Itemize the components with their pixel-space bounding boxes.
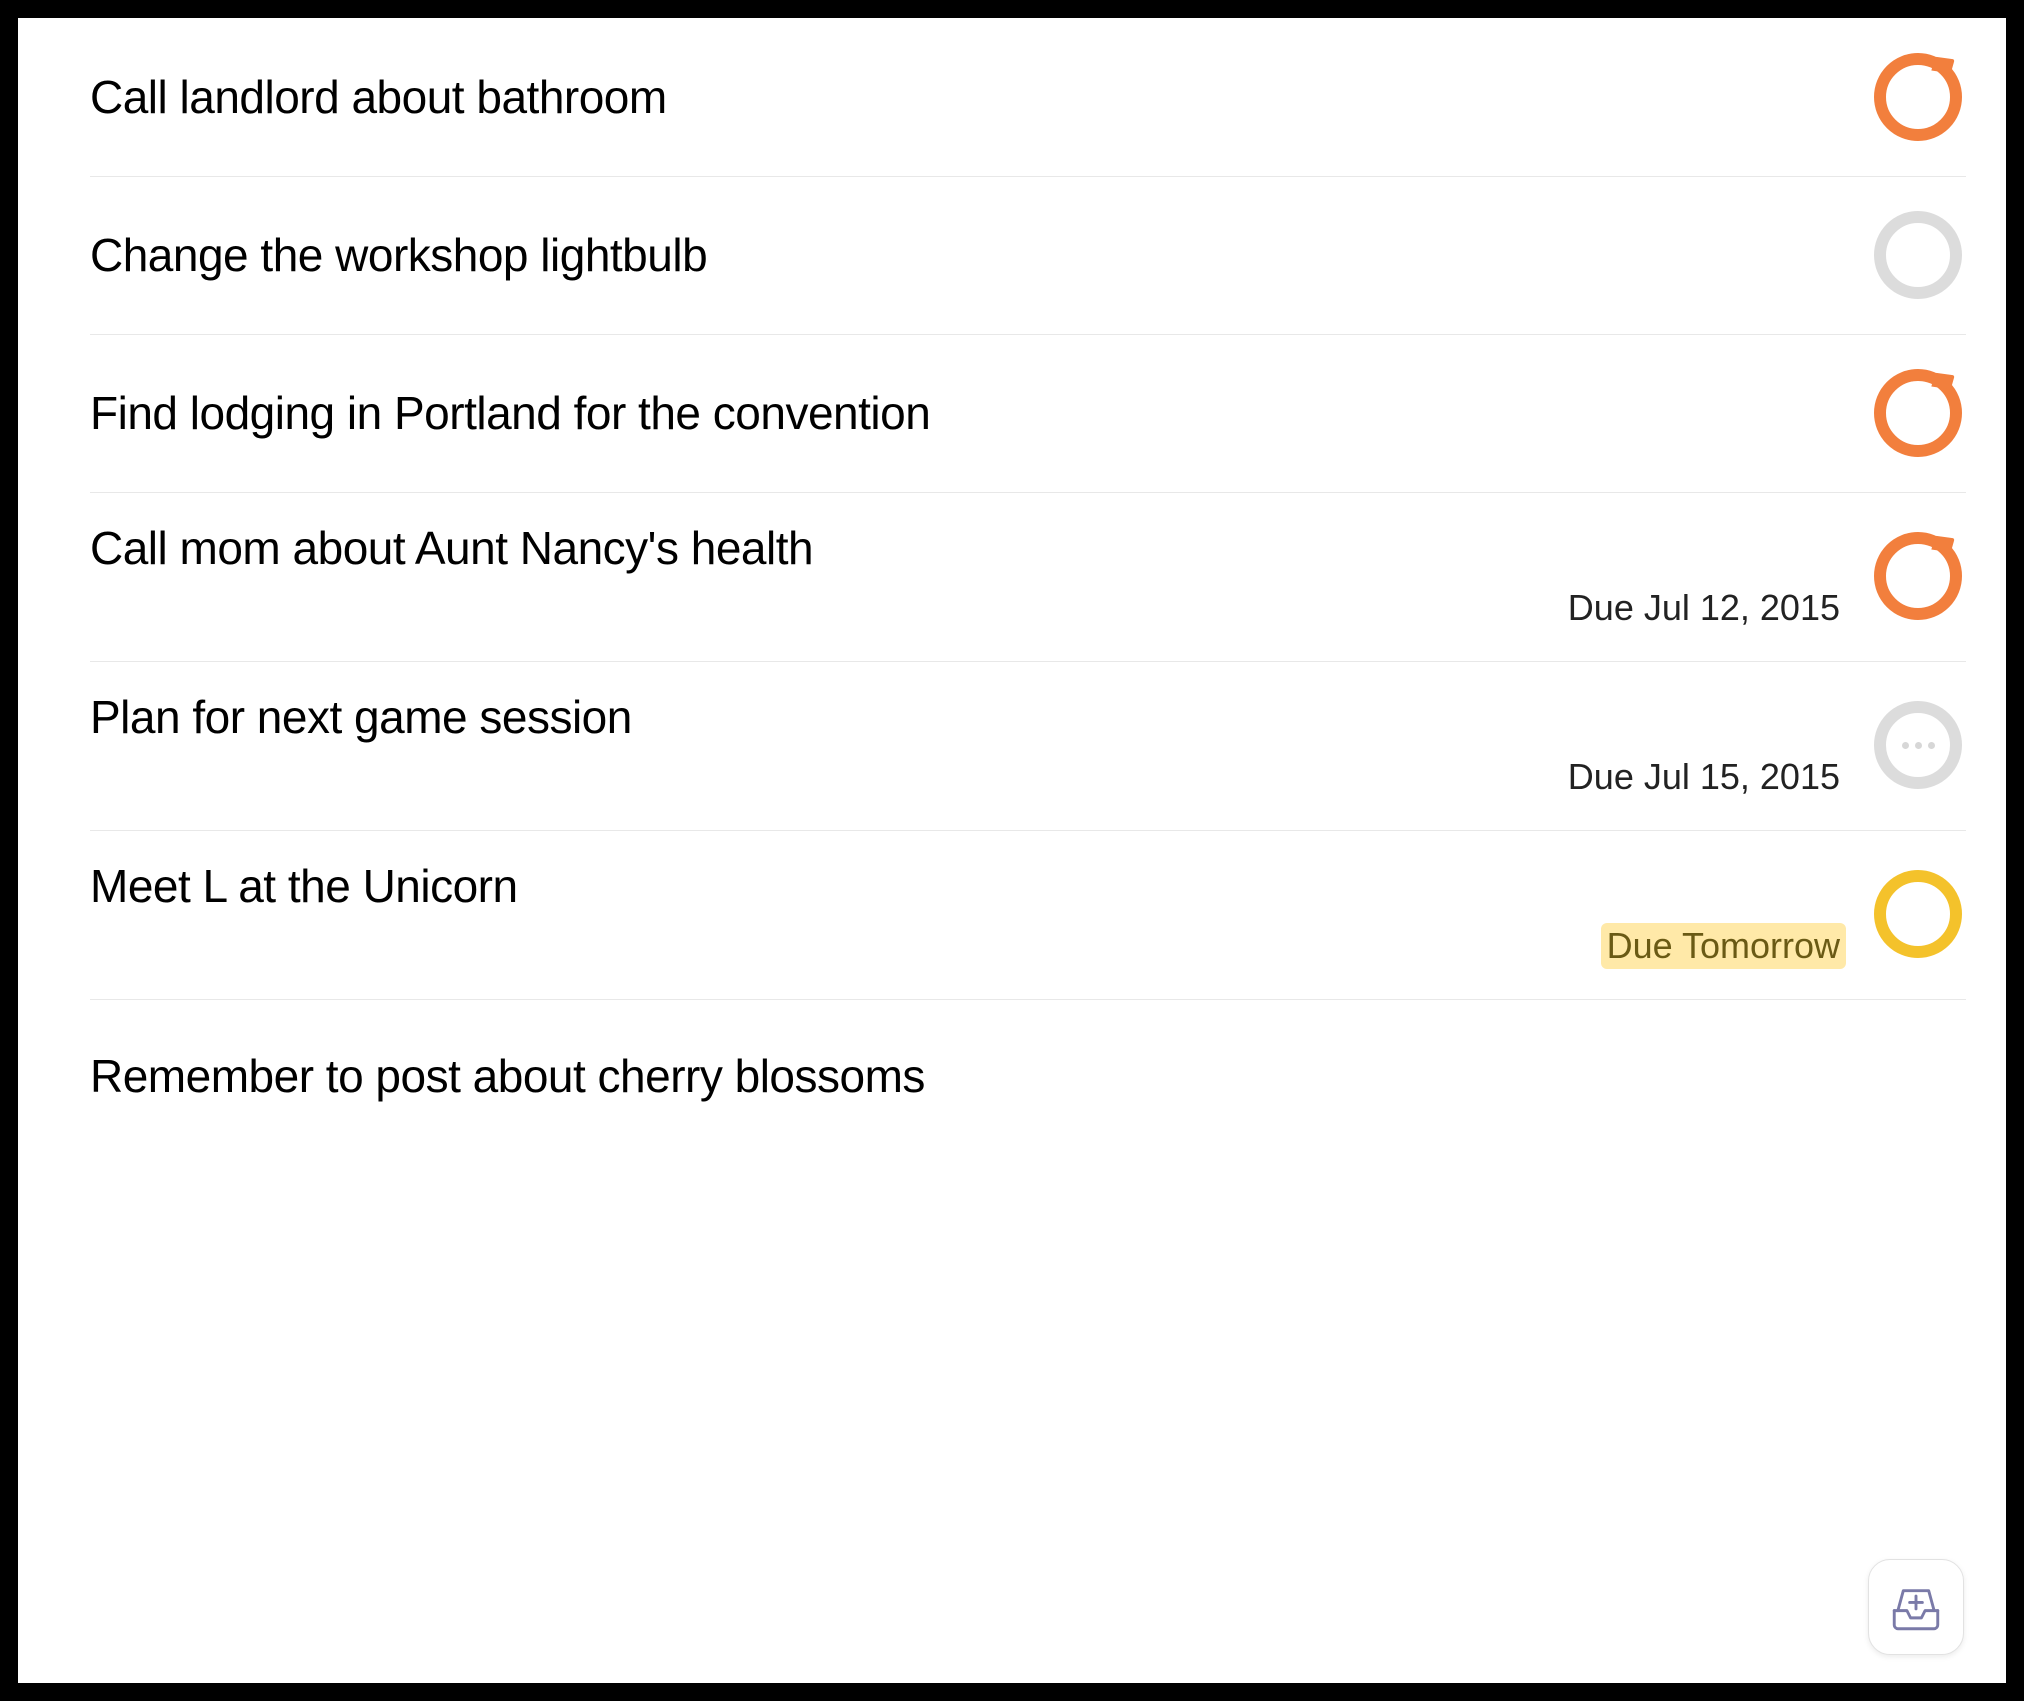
task-title: Plan for next game session (90, 691, 1846, 744)
task-due-line: Due Tomorrow (90, 923, 1846, 969)
inbox-plus-icon (1887, 1578, 1945, 1636)
due-circle-icon[interactable] (1874, 870, 1962, 958)
task-title: Call landlord about bathroom (90, 71, 1846, 124)
task-title: Find lodging in Portland for the convent… (90, 387, 1846, 440)
task-text-block: Meet L at the Unicorn Due Tomorrow (90, 860, 1870, 969)
task-title: Call mom about Aunt Nancy's health (90, 522, 1846, 575)
task-status-placeholder (1870, 1029, 1966, 1125)
task-status[interactable] (1870, 49, 1966, 145)
flag-circle-icon[interactable] (1874, 53, 1962, 141)
task-due-line: Due Jul 12, 2015 (90, 585, 1846, 631)
task-row[interactable]: Remember to post about cherry blossoms (18, 999, 2006, 1145)
task-title: Meet L at the Unicorn (90, 860, 1846, 913)
task-text-block: Call landlord about bathroom (90, 71, 1870, 124)
task-list: Call landlord about bathroom Change the … (18, 18, 2006, 1145)
task-status[interactable] (1870, 528, 1966, 624)
task-text-block: Find lodging in Portland for the convent… (90, 387, 1870, 440)
task-title: Change the workshop lightbulb (90, 229, 1846, 282)
flag-icon (1931, 57, 1954, 74)
task-text-block: Remember to post about cherry blossoms (90, 1050, 1870, 1103)
flag-icon (1931, 373, 1954, 390)
task-row[interactable]: Change the workshop lightbulb (18, 176, 2006, 334)
flag-icon (1931, 536, 1954, 553)
task-row[interactable]: Find lodging in Portland for the convent… (18, 334, 2006, 492)
task-row[interactable]: Plan for next game session Due Jul 15, 2… (18, 661, 2006, 830)
empty-circle-icon[interactable] (1874, 211, 1962, 299)
task-status[interactable] (1870, 207, 1966, 303)
repeat-circle-icon[interactable] (1874, 701, 1962, 789)
task-status[interactable] (1870, 866, 1966, 962)
flag-circle-icon[interactable] (1874, 532, 1962, 620)
ellipsis-icon (1886, 713, 1950, 777)
flag-circle-icon[interactable] (1874, 369, 1962, 457)
task-text-block: Change the workshop lightbulb (90, 229, 1870, 282)
task-due: Due Tomorrow (1601, 923, 1846, 969)
task-row[interactable]: Meet L at the Unicorn Due Tomorrow (18, 830, 2006, 999)
task-status[interactable] (1870, 365, 1966, 461)
task-due: Due Jul 12, 2015 (1562, 585, 1846, 631)
task-due: Due Jul 15, 2015 (1562, 754, 1846, 800)
task-due-line: Due Jul 15, 2015 (90, 754, 1846, 800)
task-row[interactable]: Call mom about Aunt Nancy's health Due J… (18, 492, 2006, 661)
task-text-block: Call mom about Aunt Nancy's health Due J… (90, 522, 1870, 631)
task-text-block: Plan for next game session Due Jul 15, 2… (90, 691, 1870, 800)
task-status[interactable] (1870, 697, 1966, 793)
add-to-inbox-button[interactable] (1868, 1559, 1964, 1655)
task-row[interactable]: Call landlord about bathroom (18, 18, 2006, 176)
task-title: Remember to post about cherry blossoms (90, 1050, 1846, 1103)
task-list-screen: Call landlord about bathroom Change the … (0, 0, 2024, 1701)
